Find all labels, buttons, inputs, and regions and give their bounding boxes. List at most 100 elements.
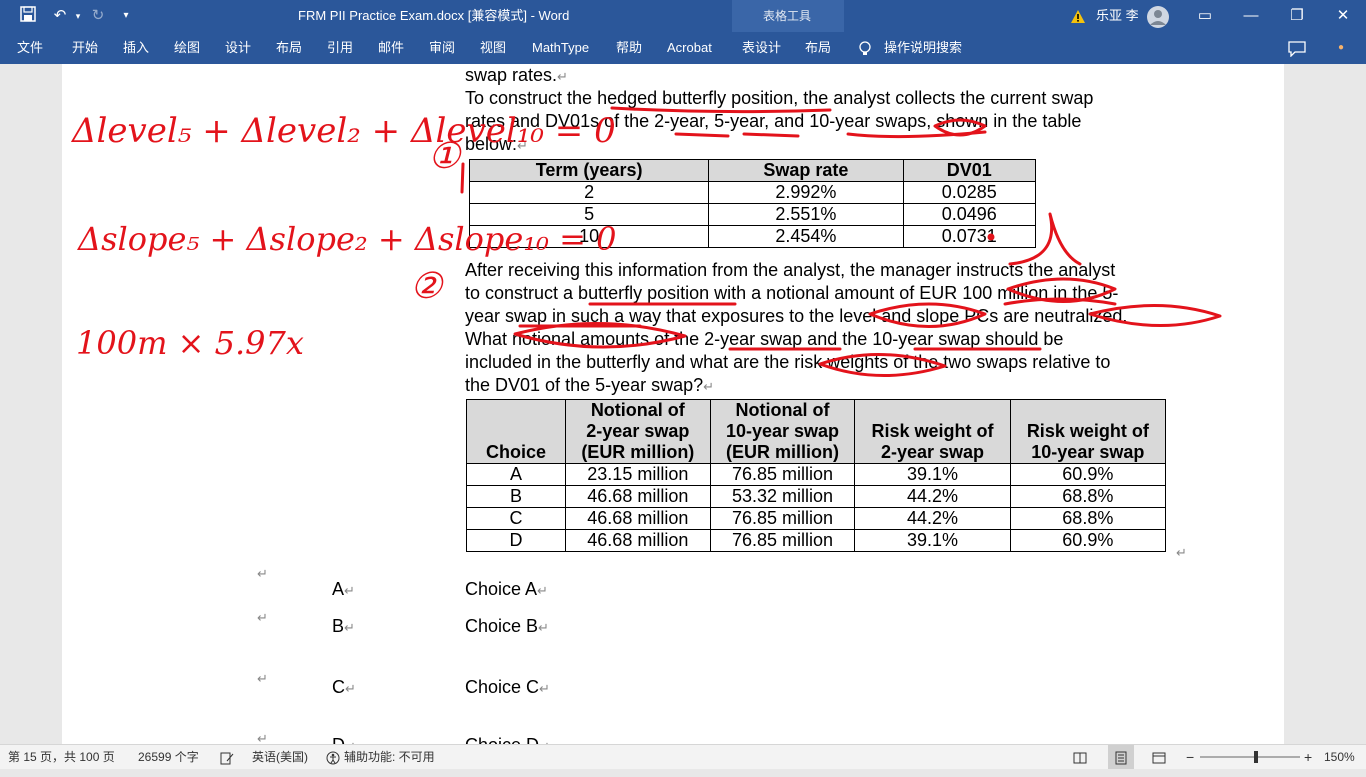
text-line: included in the butterfly and what are t… — [465, 352, 1111, 372]
table-cell: 68.8% — [1009, 507, 1167, 530]
proofing-icon[interactable] — [220, 745, 234, 769]
save-icon[interactable] — [18, 6, 38, 26]
table-header: Risk weight of 10-year swap — [1009, 399, 1167, 464]
redo-icon[interactable]: ↻ — [88, 6, 108, 26]
avatar[interactable] — [1146, 0, 1170, 32]
choice-text: Choice B↵ — [465, 616, 549, 636]
table-cell: 68.8% — [1009, 485, 1167, 508]
table-cell: 2.454% — [708, 225, 904, 248]
table-cell: 39.1% — [854, 529, 1011, 552]
choice-letter: A↵ — [332, 579, 355, 599]
table-cell: 76.85 million — [709, 529, 856, 552]
paragraph-mark: ↵ — [257, 566, 268, 581]
web-layout-icon[interactable] — [1152, 745, 1166, 769]
table-cell: 0.0285 — [902, 181, 1037, 204]
table-cell: 0.0496 — [902, 203, 1037, 226]
table-cell: 2 — [468, 181, 710, 204]
table-cell: 39.1% — [854, 463, 1011, 486]
tab-mailings[interactable]: 邮件 — [378, 32, 404, 64]
table-cell: 44.2% — [854, 507, 1011, 530]
table-cell: A — [466, 463, 566, 486]
table-cell: B — [466, 485, 566, 508]
table-header: Risk weight of 2-year swap — [854, 399, 1011, 464]
read-mode-icon[interactable] — [1073, 745, 1087, 769]
tab-review[interactable]: 审阅 — [429, 32, 455, 64]
minimize-button[interactable]: — — [1228, 0, 1274, 32]
table-cell: C — [466, 507, 566, 530]
tab-mathtype[interactable]: MathType — [532, 32, 589, 64]
table-cell: 10 — [468, 225, 710, 248]
tell-me-search[interactable]: 操作说明搜索 — [884, 32, 962, 64]
table-cell: D — [466, 529, 566, 552]
table-cell: 2.992% — [708, 181, 904, 204]
tab-design[interactable]: 设计 — [225, 32, 251, 64]
zoom-slider[interactable] — [1200, 745, 1300, 769]
text-line: below:↵ — [465, 134, 528, 154]
table-cell: 23.15 million — [565, 463, 711, 486]
table-row: A 23.15 million 76.85 million 39.1% 60.9… — [466, 463, 1167, 486]
text-line: year swap in such a way that exposures t… — [465, 306, 1128, 326]
warning-icon[interactable] — [1068, 0, 1088, 32]
document-area[interactable]: swap rates.↵ To construct the hedged but… — [0, 64, 1366, 744]
tab-layout[interactable]: 布局 — [276, 32, 302, 64]
context-tab-label: 表格工具 — [763, 9, 812, 23]
tab-acrobat[interactable]: Acrobat — [667, 32, 712, 64]
tab-references[interactable]: 引用 — [327, 32, 353, 64]
user-name[interactable]: 乐亚 李 — [1096, 0, 1139, 32]
page-count[interactable]: 第 15 页，共 100 页 — [8, 745, 115, 769]
choice-letter: B↵ — [332, 616, 355, 636]
restore-button[interactable]: ❐ — [1274, 0, 1320, 32]
undo-icon[interactable]: ↶ — [50, 6, 70, 26]
text-line: To construct the hedged butterfly positi… — [465, 88, 1094, 108]
table-header: Term (years) — [468, 159, 710, 182]
notification-dot-icon: ● — [1338, 42, 1345, 53]
status-bar: 第 15 页，共 100 页 26599 个字 英语(美国) 辅助功能: 不可用… — [0, 744, 1366, 769]
print-layout-icon[interactable] — [1108, 745, 1134, 769]
table-header: DV01 — [902, 159, 1037, 182]
ribbon-display-icon[interactable]: ▭ — [1182, 0, 1228, 32]
customize-qat-icon[interactable]: ▾ — [116, 6, 136, 26]
tab-file[interactable]: 文件 — [17, 32, 43, 64]
choice-letter: C↵ — [332, 677, 356, 697]
paragraph-mark: ↵ — [257, 731, 268, 744]
zoom-level[interactable]: 150% — [1324, 745, 1355, 769]
paragraph-mark: ↵ — [257, 610, 268, 625]
tab-insert[interactable]: 插入 — [123, 32, 149, 64]
choice-letter: D↵ — [332, 735, 356, 744]
undo-dropdown-icon[interactable]: ▾ — [68, 6, 88, 26]
tab-draw[interactable]: 绘图 — [174, 32, 200, 64]
table-header: Notional of 2-year swap (EUR million) — [565, 399, 711, 464]
table-row: 2 2.992% 0.0285 — [468, 181, 1037, 204]
table-header: Notional of 10-year swap (EUR million) — [709, 399, 856, 464]
text-line: swap rates.↵ — [465, 65, 568, 85]
text-line: the DV01 of the 5-year swap?↵ — [465, 375, 715, 395]
choice-text: Choice D↵ — [465, 735, 550, 744]
text-line: rates and DV01s of the 2-year, 5-year, a… — [465, 111, 1082, 131]
choices-table: Choice Notional of 2-year swap (EUR millio… — [466, 399, 1167, 552]
tab-view[interactable]: 视图 — [480, 32, 506, 64]
comments-icon[interactable] — [1288, 32, 1308, 64]
zoom-out-button[interactable]: − — [1186, 745, 1194, 769]
text-line: After receiving this information from th… — [465, 260, 1116, 280]
paragraph-mark: ↵ — [1176, 545, 1187, 560]
tab-table-layout[interactable]: 布局 — [805, 32, 831, 64]
tab-home[interactable]: 开始 — [72, 32, 98, 64]
table-cell: 53.32 million — [709, 485, 856, 508]
swap-table: Term (years) Swap rate DV01 2 2.992% 0.0… — [468, 159, 1037, 248]
choice-text: Choice C↵ — [465, 677, 550, 697]
table-cell: 46.68 million — [565, 507, 711, 530]
table-header: Choice — [466, 399, 566, 464]
close-button[interactable]: ✕ — [1320, 0, 1366, 32]
word-count[interactable]: 26599 个字 — [138, 745, 199, 769]
language-indicator[interactable]: 英语(美国) — [252, 745, 308, 769]
window-title: FRM PII Practice Exam.docx [兼容模式] - Word — [298, 8, 570, 23]
table-row: C 46.68 million 76.85 million 44.2% 68.8… — [466, 507, 1167, 530]
accessibility-status[interactable]: 辅助功能: 不可用 — [344, 745, 435, 769]
table-header: Swap rate — [708, 159, 904, 182]
zoom-in-button[interactable]: + — [1304, 745, 1312, 769]
tab-help[interactable]: 帮助 — [616, 32, 642, 64]
table-row: 10 2.454% 0.0731 — [468, 225, 1037, 248]
table-cell: 60.9% — [1009, 529, 1167, 552]
lightbulb-icon — [858, 32, 876, 64]
tab-table-design[interactable]: 表设计 — [742, 32, 781, 64]
